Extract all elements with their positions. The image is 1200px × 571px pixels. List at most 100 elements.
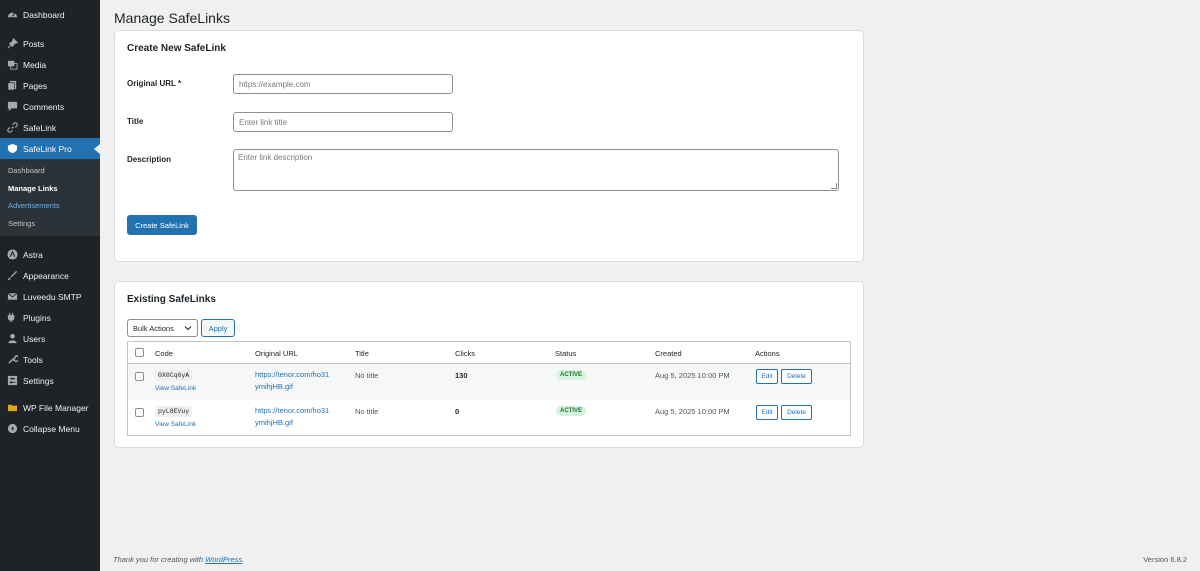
table-header: Code Original URL Title Clicks Status Cr… xyxy=(128,342,850,364)
sidebar-item-pages[interactable]: Pages xyxy=(0,75,100,96)
column-header-created[interactable]: Created xyxy=(655,349,682,358)
main-content: Manage SafeLinks Create New SafeLink Ori… xyxy=(100,0,1200,571)
edit-button[interactable]: Edit xyxy=(756,405,778,420)
sidebar-item-settings[interactable]: Settings xyxy=(0,370,100,391)
appearance-icon xyxy=(6,270,18,282)
original-url-label: Original URL * xyxy=(127,79,182,88)
title-label: Title xyxy=(127,117,144,126)
mail-icon xyxy=(6,291,18,303)
sidebar-item-label: Appearance xyxy=(23,270,69,281)
original-url-link[interactable]: https://tenor.com/ho31 ymihjHB.gif xyxy=(255,405,350,429)
column-header-status[interactable]: Status xyxy=(555,349,576,358)
title-input[interactable] xyxy=(233,112,453,132)
sidebar-item-label: Media xyxy=(23,59,47,70)
url-line-1: https://tenor.com/ho31 xyxy=(255,370,330,379)
url-line-2: ymihjHB.gif xyxy=(255,418,293,427)
sidebar-item-label: Dashboard xyxy=(23,9,65,20)
media-icon xyxy=(6,59,18,71)
settings-icon xyxy=(6,375,18,387)
row-checkbox[interactable] xyxy=(135,408,144,417)
safelinks-table: Code Original URL Title Clicks Status Cr… xyxy=(127,341,851,436)
column-header-code[interactable]: Code xyxy=(155,349,173,358)
url-line-2: ymihjHB.gif xyxy=(255,382,293,391)
sidebar-item-label: SafeLink Pro xyxy=(23,143,72,154)
select-all-checkbox[interactable] xyxy=(135,348,144,357)
footer-dot: . xyxy=(242,555,245,564)
astra-icon xyxy=(6,249,18,261)
sidebar-item-label: Luveedu SMTP xyxy=(23,291,82,302)
sidebar-item-label: Plugins xyxy=(23,312,51,323)
submenu-item-manage-links[interactable]: Manage Links xyxy=(0,180,100,198)
submenu-item-dashboard[interactable]: Dashboard xyxy=(0,162,100,180)
sidebar-item-wp-file-manager[interactable]: WP File Manager xyxy=(0,397,100,418)
existing-heading: Existing SafeLinks xyxy=(127,294,216,305)
comments-icon xyxy=(6,101,18,113)
description-label: Description xyxy=(127,155,172,164)
sidebar-item-label: Users xyxy=(23,333,46,344)
submenu-item-settings[interactable]: Settings xyxy=(0,215,100,233)
title-cell: No title xyxy=(355,371,379,380)
admin-sidebar: Dashboard Posts Media Pages Comments Saf… xyxy=(0,0,100,571)
clicks-cell: 0 xyxy=(455,407,460,416)
sidebar-item-label: Settings xyxy=(23,375,54,386)
tools-icon xyxy=(6,354,18,366)
delete-button[interactable]: Delete xyxy=(781,369,812,384)
bulk-actions-value: Bulk Actions xyxy=(133,323,174,333)
wordpress-link[interactable]: WordPress xyxy=(205,555,242,564)
sidebar-item-safelink[interactable]: SafeLink xyxy=(0,117,100,138)
create-heading: Create New SafeLink xyxy=(127,43,226,54)
sidebar-item-label: Collapse Menu xyxy=(23,423,80,434)
pin-icon xyxy=(6,38,18,50)
sidebar-item-users[interactable]: Users xyxy=(0,328,100,349)
edit-button[interactable]: Edit xyxy=(756,369,778,384)
safelink-pro-submenu: Dashboard Manage Links Advertisements Se… xyxy=(0,159,100,236)
row-checkbox[interactable] xyxy=(135,372,144,381)
sidebar-item-dashboard[interactable]: Dashboard xyxy=(0,4,100,25)
create-safelink-card: Create New SafeLink Original URL * Title… xyxy=(114,30,864,262)
table-row: pyL8EVuy View SafeLink https://tenor.com… xyxy=(128,400,850,436)
code-badge: 0X0Cq6yA xyxy=(155,370,193,381)
sidebar-item-safelink-pro[interactable]: SafeLink Pro xyxy=(0,138,100,159)
bulk-actions-select[interactable]: Bulk Actions xyxy=(127,319,198,337)
sidebar-item-appearance[interactable]: Appearance xyxy=(0,265,100,286)
original-url-input[interactable] xyxy=(233,74,453,94)
existing-safelinks-card: Existing SafeLinks Bulk Actions Apply Co… xyxy=(114,281,864,448)
dashboard-icon xyxy=(6,9,18,21)
sidebar-item-posts[interactable]: Posts xyxy=(0,33,100,54)
file-manager-icon xyxy=(6,402,18,414)
sidebar-item-astra[interactable]: Astra xyxy=(0,244,100,265)
plugins-icon xyxy=(6,312,18,324)
description-textarea[interactable] xyxy=(233,149,839,191)
collapse-menu-button[interactable]: Collapse Menu xyxy=(0,418,100,439)
status-badge: ACTIVE xyxy=(556,406,587,416)
table-row: 0X0Cq6yA View SafeLink https://tenor.com… xyxy=(128,364,850,400)
chevron-down-icon xyxy=(184,324,192,334)
sidebar-item-label: Tools xyxy=(23,354,43,365)
sidebar-item-tools[interactable]: Tools xyxy=(0,349,100,370)
submenu-item-advertisements[interactable]: Advertisements xyxy=(0,197,100,215)
original-url-link[interactable]: https://tenor.com/ho31 ymihjHB.gif xyxy=(255,369,350,393)
clicks-cell: 130 xyxy=(455,371,468,380)
footer-thanks-text: Thank you for creating with xyxy=(113,555,204,564)
sidebar-item-comments[interactable]: Comments xyxy=(0,96,100,117)
sidebar-item-luveedu-smtp[interactable]: Luveedu SMTP xyxy=(0,286,100,307)
column-header-title[interactable]: Title xyxy=(355,349,369,358)
view-safelink-link[interactable]: View SafeLink xyxy=(155,385,196,392)
created-cell: Aug 5, 2025 10:00 PM xyxy=(655,371,730,380)
resize-handle[interactable] xyxy=(831,183,837,189)
column-header-original-url[interactable]: Original URL xyxy=(255,349,298,358)
create-safelink-button[interactable]: Create SafeLink xyxy=(127,215,197,235)
status-badge: ACTIVE xyxy=(556,370,587,380)
shield-icon xyxy=(6,143,18,155)
sidebar-item-label: SafeLink xyxy=(23,122,57,133)
url-line-1: https://tenor.com/ho31 xyxy=(255,406,330,415)
view-safelink-link[interactable]: View SafeLink xyxy=(155,421,196,428)
sidebar-item-label: Pages xyxy=(23,80,48,91)
delete-button[interactable]: Delete xyxy=(781,405,812,420)
sidebar-item-plugins[interactable]: Plugins xyxy=(0,307,100,328)
sidebar-item-media[interactable]: Media xyxy=(0,54,100,75)
code-badge: pyL8EVuy xyxy=(155,406,193,417)
apply-button[interactable]: Apply xyxy=(201,319,235,337)
footer-thanks: Thank you for creating with WordPress. xyxy=(113,555,244,564)
column-header-clicks[interactable]: Clicks xyxy=(455,349,475,358)
